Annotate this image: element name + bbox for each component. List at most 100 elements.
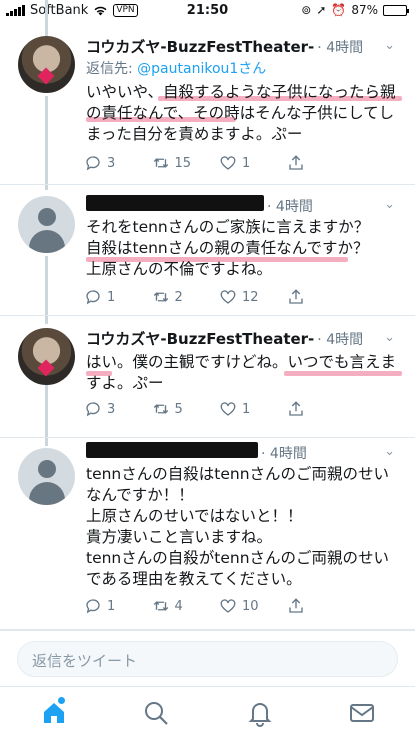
reply-composer: 返信をツイート — [0, 630, 415, 685]
tweet[interactable]: コウカズヤ-BuzzFestTheater- · 4時間 ⌄ 返信先: @pau… — [0, 22, 415, 185]
share-icon — [288, 401, 303, 416]
battery-percent: 87% — [351, 3, 378, 17]
retweet-count: 5 — [174, 401, 183, 417]
heart-icon — [220, 156, 236, 170]
chevron-down-icon[interactable]: ⌄ — [384, 38, 395, 53]
tweet-actions: 1 2 12 — [84, 288, 354, 306]
retweet-button[interactable]: 2 — [152, 288, 220, 306]
retweet-count: 15 — [174, 155, 192, 171]
alarm-icon: ⏰ — [331, 3, 347, 17]
like-button[interactable]: 12 — [219, 288, 287, 306]
tab-home[interactable] — [40, 697, 68, 727]
author-name-redacted[interactable] — [86, 195, 264, 215]
retweet-icon — [153, 292, 168, 302]
location-icon: ➚ — [316, 3, 327, 17]
heart-icon — [220, 599, 236, 613]
share-button[interactable] — [287, 154, 355, 172]
tweet-header: コウカズヤ-BuzzFestTheater- · 4時間 — [86, 36, 363, 57]
author-name[interactable]: コウカズヤ-BuzzFestTheater- — [86, 36, 314, 57]
tab-messages[interactable] — [348, 699, 376, 727]
tweet-text: はい。僕の主観ですけどね。いつでも言えま すよ。ぷー — [86, 353, 397, 392]
avatar-body — [29, 482, 65, 505]
tweet-actions: 3 15 1 — [84, 154, 354, 172]
reply-count: 1 — [107, 289, 116, 305]
redaction-bar — [86, 442, 258, 458]
avatar-default[interactable] — [18, 448, 75, 505]
avatar-body — [29, 230, 65, 253]
tweet-time: · 4時間 — [261, 446, 307, 462]
tab-search[interactable] — [142, 699, 170, 727]
share-icon — [288, 289, 303, 304]
like-count: 1 — [242, 401, 251, 417]
tweet-text: いやいや、自殺するような子供になったら親 の責任なんで、その時はそんな子供にして… — [86, 83, 396, 143]
share-button[interactable] — [287, 400, 355, 418]
share-icon — [288, 155, 303, 170]
retweet-button[interactable]: 5 — [152, 400, 220, 418]
mail-icon — [350, 704, 374, 722]
bell-icon — [248, 703, 272, 727]
retweet-button[interactable]: 4 — [152, 597, 220, 615]
avatar[interactable] — [18, 328, 75, 385]
heart-icon — [220, 290, 236, 304]
tweet-header: コウカズヤ-BuzzFestTheater- · 4時間 — [86, 328, 363, 349]
like-button[interactable]: 1 — [219, 154, 287, 172]
reply-icon — [86, 290, 100, 305]
notification-dot — [58, 697, 65, 704]
like-button[interactable]: 10 — [219, 597, 287, 615]
reply-input[interactable]: 返信をツイート — [17, 641, 398, 677]
tweet-time: · 4時間 — [267, 199, 313, 215]
avatar-head — [38, 208, 56, 226]
heart-icon — [220, 402, 236, 416]
retweet-button[interactable]: 15 — [152, 154, 220, 172]
share-icon — [288, 598, 303, 613]
reply-count: 3 — [107, 155, 116, 171]
retweet-count: 2 — [174, 289, 183, 305]
tweet-text: tennさんの自殺はtennさんのご両親のせい なんですか！！ 上原さんのせいで… — [86, 465, 390, 588]
reply-icon — [86, 599, 100, 614]
status-right: ⊚ ➚ ⏰ 87% — [301, 3, 409, 17]
tweet-time: · 4時間 — [317, 40, 364, 56]
retweet-icon — [153, 158, 168, 168]
author-name[interactable]: コウカズヤ-BuzzFestTheater- — [86, 328, 314, 349]
tweet[interactable]: コウカズヤ-BuzzFestTheater- · 4時間 ⌄ はい。僕の主観です… — [0, 316, 415, 438]
avatar-head — [38, 460, 56, 478]
retweet-count: 4 — [174, 598, 183, 614]
redaction-bar — [86, 195, 264, 211]
like-button[interactable]: 1 — [219, 400, 287, 418]
like-count: 10 — [242, 598, 259, 614]
tweet-header: · 4時間 — [86, 442, 307, 463]
author-name-redacted[interactable] — [86, 442, 258, 462]
tweet[interactable]: · 4時間 ⌄ tennさんの自殺はtennさんのご両親のせい なんですか！！ … — [0, 438, 415, 630]
retweet-icon — [153, 601, 168, 611]
share-button[interactable] — [287, 597, 355, 615]
tab-notifications[interactable] — [246, 699, 274, 727]
reply-button[interactable]: 1 — [84, 597, 152, 615]
avatar[interactable] — [18, 36, 75, 93]
reply-icon — [86, 156, 100, 171]
tweet-text: それをtennさんのご家族に言えますか？ 自殺はtennさんの親の責任なんですか… — [86, 218, 370, 278]
reply-to: 返信先: @pautanikou1さん — [86, 61, 267, 77]
tweet[interactable]: · 4時間 ⌄ それをtennさんのご家族に言えますか？ 自殺はtennさんの親… — [0, 185, 415, 316]
reply-button[interactable]: 3 — [84, 400, 152, 418]
reply-button[interactable]: 3 — [84, 154, 152, 172]
like-count: 12 — [242, 289, 259, 305]
share-button[interactable] — [287, 288, 355, 306]
like-count: 1 — [242, 155, 251, 171]
reply-count: 1 — [107, 598, 116, 614]
home-icon — [44, 703, 64, 723]
chevron-down-icon[interactable]: ⌄ — [384, 197, 395, 212]
reply-count: 3 — [107, 401, 116, 417]
reply-button[interactable]: 1 — [84, 288, 152, 306]
tweet-actions: 1 4 10 — [84, 597, 354, 615]
heart-decoration — [37, 67, 55, 85]
reply-handle-link[interactable]: @pautanikou1さん — [137, 61, 266, 77]
avatar-default[interactable] — [18, 196, 75, 253]
search-icon — [145, 702, 168, 725]
battery-icon — [383, 4, 409, 16]
chevron-down-icon[interactable]: ⌄ — [384, 330, 395, 345]
heart-decoration — [37, 359, 55, 377]
orientation-lock-icon: ⊚ — [301, 3, 312, 17]
tweet-actions: 3 5 1 — [84, 400, 354, 418]
tab-bar — [0, 686, 415, 739]
chevron-down-icon[interactable]: ⌄ — [384, 444, 395, 459]
